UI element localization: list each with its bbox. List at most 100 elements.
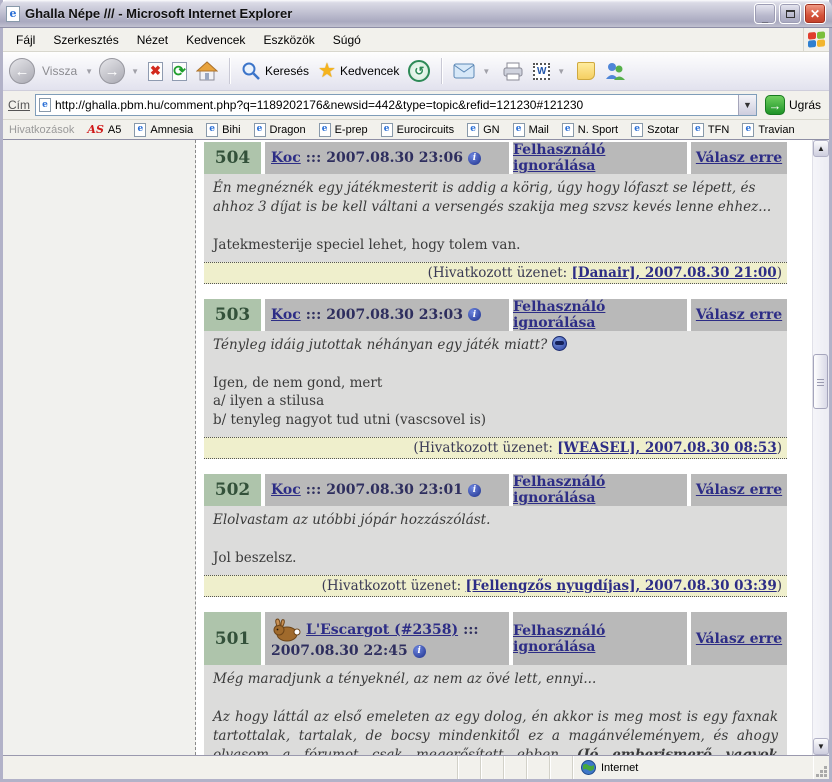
ignore-user-link[interactable]: Felhasználó ignorálása <box>513 474 687 506</box>
author-link[interactable]: Koc <box>271 307 301 323</box>
author-link[interactable]: Koc <box>271 150 301 166</box>
ignore-user-link[interactable]: Felhasználó ignorálása <box>513 623 687 655</box>
mail-button[interactable]: ▼ <box>450 61 496 81</box>
author-separator: ::: <box>306 307 322 323</box>
menu-edit[interactable]: Szerkesztés <box>44 30 127 50</box>
ref-close: ) <box>777 578 782 594</box>
info-icon[interactable]: i <box>468 152 481 165</box>
link-amnesia[interactable]: Amnesia <box>134 123 193 137</box>
link-page-icon <box>631 123 643 137</box>
history-button[interactable]: ↺ <box>405 58 433 84</box>
author-link[interactable]: Koc <box>271 482 301 498</box>
link-page-icon <box>692 123 704 137</box>
minimize-button[interactable]: _ <box>754 3 776 24</box>
scrollbar-track[interactable] <box>813 157 829 738</box>
forward-icon[interactable]: → <box>99 58 125 84</box>
address-dropdown-icon[interactable]: ▼ <box>738 95 756 115</box>
referenced-message-link[interactable]: [WEASEL], 2007.08.30 08:53 <box>557 440 776 456</box>
reply-link[interactable]: Válasz erre <box>696 482 782 498</box>
link-eurocircuits[interactable]: Eurocircuits <box>381 123 454 137</box>
scrollbar-thumb[interactable] <box>813 354 828 409</box>
link-a5[interactable]: ASA5 <box>87 123 121 136</box>
link-bihi[interactable]: Bihi <box>206 123 240 137</box>
reply-link[interactable]: Válasz erre <box>696 307 782 323</box>
link-tfn[interactable]: TFN <box>692 123 729 137</box>
post-author-cell: Koc ::: 2007.08.30 23:01 i <box>265 474 509 506</box>
standard-toolbar: ← Vissza ▼ → ▼ ✖ ⟳ Keresés ★ Kedvencek ↺ <box>3 52 829 91</box>
search-button[interactable]: Keresés <box>238 59 312 83</box>
back-icon[interactable]: ← <box>9 58 35 84</box>
menu-tools[interactable]: Eszközök <box>254 30 323 50</box>
reply-link[interactable]: Válasz erre <box>696 631 782 647</box>
reply-line: b/ tenyleg nagyot tud utni (vascsovel is… <box>213 411 778 430</box>
author-link[interactable]: L'Escargot (#2358) <box>306 622 458 638</box>
ref-close: ) <box>777 440 782 456</box>
edit-dropdown-icon[interactable]: ▼ <box>557 67 565 76</box>
reply-link[interactable]: Válasz erre <box>696 150 782 166</box>
print-button[interactable] <box>499 60 527 83</box>
reply-line: a/ ilyen a stilusa <box>213 392 778 411</box>
favorites-button[interactable]: ★ Kedvencek <box>315 59 402 83</box>
maximize-button[interactable] <box>779 3 801 24</box>
stop-button[interactable]: ✖ <box>145 60 166 83</box>
post-header: 503 Koc ::: 2007.08.30 23:03 i Felhaszná… <box>204 299 787 331</box>
mail-dropdown-icon[interactable]: ▼ <box>482 67 490 76</box>
edit-button[interactable]: W ▼ <box>530 61 571 82</box>
referenced-message-link[interactable]: [Danair], 2007.08.30 21:00 <box>571 265 776 281</box>
quoted-text: Még maradjunk a tényeknél, az nem az övé… <box>213 670 778 689</box>
link-dragon[interactable]: Dragon <box>254 123 306 137</box>
go-label: Ugrás <box>789 98 821 112</box>
go-button[interactable]: → Ugrás <box>762 95 824 115</box>
link-szotar[interactable]: Szotar <box>631 123 679 137</box>
address-input[interactable] <box>55 98 734 112</box>
favorites-star-icon: ★ <box>318 61 336 81</box>
search-label: Keresés <box>265 64 309 78</box>
referenced-message-row: (Hivatkozott üzenet: [Fellengzős nyugdíj… <box>204 575 787 597</box>
refresh-button[interactable]: ⟳ <box>169 60 190 83</box>
link-page-icon <box>467 123 479 137</box>
link-gn[interactable]: GN <box>467 123 500 137</box>
link-travian[interactable]: Travian <box>742 123 794 137</box>
forum-posts-frame: 504 Koc ::: 2007.08.30 23:06 i Felhaszná… <box>196 140 812 755</box>
post-501: 501 L'Escargot (#2358) <box>204 612 787 755</box>
link-page-icon <box>319 123 331 137</box>
menu-favorites[interactable]: Kedvencek <box>177 30 254 50</box>
ignore-user-link[interactable]: Felhasználó ignorálása <box>513 142 687 174</box>
security-zone-pane: Internet <box>573 756 813 779</box>
post-503: 503 Koc ::: 2007.08.30 23:03 i Felhaszná… <box>204 299 787 460</box>
link-page-icon <box>134 123 146 137</box>
link-mail[interactable]: Mail <box>513 123 549 137</box>
edit-word-icon: W <box>533 63 550 80</box>
status-bar: Internet <box>3 755 829 779</box>
info-icon[interactable]: i <box>468 484 481 497</box>
home-button[interactable] <box>193 59 221 83</box>
menu-file[interactable]: Fájl <box>7 30 44 50</box>
title-bar[interactable]: Ghalla Népe /// - Microsoft Internet Exp… <box>0 0 832 28</box>
ie-page-icon <box>6 6 20 22</box>
messenger-button[interactable] <box>601 59 629 83</box>
menu-view[interactable]: Nézet <box>128 30 177 50</box>
address-label: Cím <box>8 98 30 112</box>
address-field[interactable]: ▼ <box>35 94 757 116</box>
quoted-text: Tényleg idáig jutottak néhányan egy játé… <box>213 337 547 353</box>
referenced-message-link[interactable]: [Fellengzős nyugdíjas], 2007.08.30 03:39 <box>466 578 777 594</box>
scroll-down-icon[interactable]: ▼ <box>813 738 829 755</box>
ignore-user-link[interactable]: Felhasználó ignorálása <box>513 299 687 331</box>
scroll-up-icon[interactable]: ▲ <box>813 140 829 157</box>
forward-dropdown-icon[interactable]: ▼ <box>131 67 139 76</box>
post-date: 2007.08.30 23:06 <box>326 150 463 166</box>
close-button[interactable]: ✕ <box>804 3 826 24</box>
status-text-pane <box>3 756 458 779</box>
info-icon[interactable]: i <box>413 645 426 658</box>
menu-help[interactable]: Súgó <box>324 30 370 50</box>
vertical-scrollbar[interactable]: ▲ ▼ <box>812 140 829 755</box>
link-nsport[interactable]: N. Sport <box>562 123 618 137</box>
back-label[interactable]: Vissza <box>42 64 77 78</box>
resize-grip[interactable] <box>813 756 829 779</box>
discuss-button[interactable] <box>574 60 598 82</box>
a5-logo-icon: AS <box>87 123 103 136</box>
link-eprep[interactable]: E-prep <box>319 123 368 137</box>
info-icon[interactable]: i <box>468 308 481 321</box>
zone-label: Internet <box>601 762 638 774</box>
back-dropdown-icon[interactable]: ▼ <box>85 67 93 76</box>
